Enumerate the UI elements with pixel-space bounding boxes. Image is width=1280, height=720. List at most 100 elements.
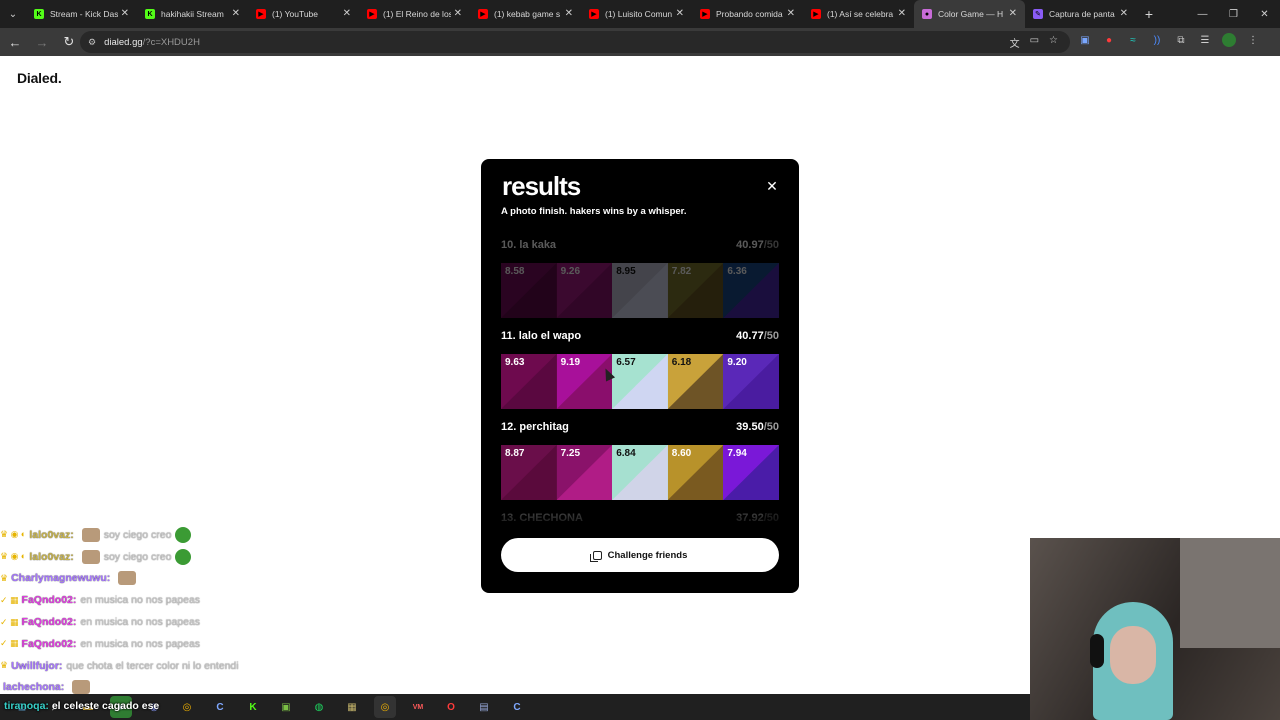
color-swatch-row: 8.87 7.25 6.84 8.60 7.94	[501, 445, 779, 500]
tab-close-icon[interactable]: ✕	[343, 8, 351, 19]
tab-favicon-icon: ●	[922, 9, 932, 19]
tab-close-icon[interactable]: ✕	[1009, 8, 1017, 19]
browser-tab[interactable]: ▶ (1) YouTube ✕	[248, 0, 359, 28]
minecraft-icon[interactable]: ▣	[275, 696, 297, 718]
translate-icon[interactable]: 文	[1010, 35, 1020, 50]
url-host: dialed.gg	[104, 36, 143, 48]
tab-search-button[interactable]: ⌄	[0, 0, 26, 28]
site-info-icon[interactable]: ⚙	[88, 37, 96, 48]
swatch-score: 6.18	[671, 357, 692, 368]
color-swatch: 9.19	[556, 354, 613, 409]
chat-emote-icon	[175, 526, 192, 543]
tab-strip: ⌄ K Stream - Kick Das ✕ Khakihakii Stream ✕ ▶…	[0, 0, 1280, 28]
browser-tab[interactable]: ▶ (1) kebab game s ✕	[470, 0, 581, 28]
minimize-icon[interactable]: —	[1187, 0, 1218, 28]
close-icon[interactable]: ✕	[765, 179, 779, 193]
address-bar[interactable]: ⚙ dialed.gg /?c=XHDU2H 文 ▭ ☆	[80, 31, 1070, 53]
swatch-score: 7.82	[671, 266, 692, 277]
tab-close-icon[interactable]: ✕	[121, 8, 129, 19]
color-swatch: 6.36	[723, 263, 779, 318]
close-window-icon[interactable]: ✕	[1249, 0, 1280, 28]
chat-badges-icon: ✓ ▦	[0, 594, 19, 605]
window-controls: — ❐ ✕	[1187, 0, 1280, 28]
result-entry: 12. perchitag 39.50/50 8.87 7.25 6.84 8.60 7.9…	[501, 419, 779, 500]
spotify-icon[interactable]: ◍	[308, 696, 330, 718]
stream-chat-overlay: ♛ ◉ ◐ lalo0vaz: soy ciego creo ♛ ◉ ◐ lalo0va…	[0, 524, 300, 698]
opera-icon[interactable]: O	[440, 696, 462, 718]
tab-favicon-icon: ✎	[1033, 9, 1043, 19]
extension-icon-2[interactable]: ●	[1102, 33, 1116, 47]
reload-button[interactable]: ↻	[57, 30, 81, 54]
extension-icon-3[interactable]: ≈	[1126, 33, 1140, 47]
swatch-score: 8.60	[671, 448, 692, 459]
tab-close-icon[interactable]: ✕	[565, 8, 573, 19]
browser-tab[interactable]: ▶ (1) Luisito Comun ✕	[581, 0, 692, 28]
browser-tab[interactable]: K Stream - Kick Das ✕	[26, 0, 137, 28]
color-swatch: 8.87	[501, 445, 557, 500]
extension-icon-4[interactable]: ))	[1150, 33, 1164, 47]
tab-close-icon[interactable]: ✕	[787, 8, 795, 19]
swatch-score: 8.87	[505, 448, 525, 459]
tab-close-icon[interactable]: ✕	[232, 8, 240, 19]
tab-favicon-icon: ▶	[478, 9, 488, 19]
chat-badges-icon: ♛	[0, 660, 9, 671]
tab-close-icon[interactable]: ✕	[454, 8, 462, 19]
swatch-score: 9.63	[505, 357, 525, 368]
chrome-active-icon[interactable]: ◎	[374, 696, 396, 718]
color-swatch-row: 8.58 9.26 8.95 7.82 6.36	[501, 263, 779, 318]
app-icon[interactable]: ▤	[473, 696, 495, 718]
browser-tab[interactable]: ● Color Game — H ✕	[914, 0, 1025, 28]
tab-title: (1) Así se celebra	[827, 9, 894, 19]
bookmark-star-icon[interactable]: ☆	[1049, 35, 1058, 50]
extension-icon-1[interactable]: ▣	[1078, 33, 1092, 47]
chat-message: ✓ ▦ FaQndo02: en musica no nos papeas	[0, 611, 300, 633]
cast-icon[interactable]: ▭	[1030, 35, 1039, 50]
voicemeeter-icon[interactable]: VM	[407, 696, 429, 718]
color-swatch: 9.20	[723, 354, 779, 409]
reading-list-icon[interactable]: ☰	[1198, 33, 1212, 47]
tab-title: Probando comida	[716, 9, 783, 19]
game-icon[interactable]: ▦	[341, 696, 363, 718]
tab-favicon-icon: ▶	[256, 9, 266, 19]
browser-tab[interactable]: ▶ (1) Así se celebra ✕	[803, 0, 914, 28]
brand-logo[interactable]: Dialed.	[17, 70, 62, 86]
ccleaner-icon-2[interactable]: C	[506, 696, 528, 718]
ccleaner-icon[interactable]: C	[209, 696, 231, 718]
browser-tab[interactable]: ▶ Probando comida ✕	[692, 0, 803, 28]
forward-button[interactable]: →	[30, 30, 54, 54]
modal-subtitle: A photo finish. hakers wins by a whisper…	[501, 206, 687, 217]
highlight-user: tiranoqa:	[4, 700, 49, 712]
chat-emote-icon	[118, 571, 137, 586]
browser-tab[interactable]: ▶ (1) El Reino de los ✕	[359, 0, 470, 28]
browser-tab[interactable]: Khakihakii Stream ✕	[137, 0, 248, 28]
chat-badges-icon: ✓ ▦	[0, 616, 19, 627]
tab-close-icon[interactable]: ✕	[1120, 8, 1128, 19]
kick-icon[interactable]: K	[242, 696, 264, 718]
tab-favicon-icon: K	[34, 9, 44, 19]
color-swatch: 6.18	[667, 354, 724, 409]
chat-badges-icon: ♛ ◉ ◐	[0, 551, 27, 562]
webcam-feed	[1030, 538, 1280, 720]
browser-tab[interactable]: ✎ Captura de panta ✕	[1025, 0, 1136, 28]
chat-username: Charlymagnewuwu:	[11, 572, 111, 585]
chat-emote-icon	[72, 680, 91, 695]
new-tab-button[interactable]: +	[1136, 0, 1162, 28]
tab-close-icon[interactable]: ✕	[898, 8, 906, 19]
chrome-icon[interactable]: ◎	[176, 696, 198, 718]
tab-close-icon[interactable]: ✕	[676, 8, 684, 19]
chat-username: lalo0vaz:	[29, 550, 74, 563]
extensions-puzzle-icon[interactable]: ⧉	[1174, 33, 1188, 47]
chat-username: Uwillfujor:	[11, 659, 63, 672]
chat-username: FaQndo02:	[21, 637, 77, 650]
color-swatch: 7.82	[667, 263, 724, 318]
challenge-friends-button[interactable]: Challenge friends	[501, 538, 779, 572]
browser-menu-icon[interactable]: ⋮	[1246, 33, 1260, 47]
chat-message: ✓ ▦ FaQndo02: en musica no nos papeas	[0, 589, 300, 611]
profile-avatar[interactable]: ●	[1222, 33, 1236, 47]
restore-icon[interactable]: ❐	[1218, 0, 1249, 28]
result-name: 11. lalo el wapo	[501, 330, 582, 342]
back-button[interactable]: ←	[3, 30, 27, 54]
result-entry: 11. lalo el wapo 40.77/50 9.63 9.19 6.57 6.18…	[501, 328, 779, 409]
results-list[interactable]: 10. la kaka 40.97/50 8.58 9.26 8.95 7.82 6.36 1…	[501, 237, 779, 527]
tab-favicon-icon: K	[145, 9, 155, 19]
